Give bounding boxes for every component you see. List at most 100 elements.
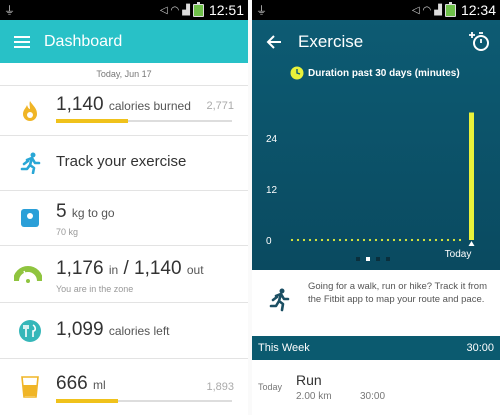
calories-in-value: 1,176	[56, 258, 104, 279]
baseline-dot	[344, 238, 348, 242]
baseline-dot	[350, 238, 354, 242]
baseline-dot	[290, 238, 294, 242]
wifi-icon: ◠	[422, 4, 432, 16]
battery-icon	[192, 1, 204, 17]
mute-icon: ◁	[159, 4, 168, 16]
baseline-dot	[422, 238, 426, 242]
track-tip: Going for a walk, run or hike? Track it …	[252, 270, 500, 332]
chart-bar	[469, 112, 474, 240]
pager-dot	[366, 257, 370, 261]
baseline-dot	[458, 238, 462, 242]
calories-in-unit: in	[108, 263, 119, 277]
mute-icon: ◁	[411, 4, 420, 16]
pager-dot	[386, 257, 390, 261]
baseline-dot	[338, 238, 342, 242]
signal-icon: ▟	[182, 4, 190, 16]
baseline-dot	[410, 238, 414, 242]
calories-burned-tile[interactable]: 1,140 calories burned 2,771	[0, 85, 248, 135]
calories-left-unit: calories left	[108, 324, 170, 338]
scale-icon	[18, 206, 42, 230]
signal-icon: ▟	[434, 4, 442, 16]
water-progress-fill	[56, 399, 118, 403]
water-goal: 1,893	[206, 381, 234, 393]
water-progress-bar	[56, 399, 232, 403]
dashboard-screen: ⏚ ◁ ◠ ▟ 12:51 Dashboard Today, Jun 17 1,…	[0, 0, 248, 415]
chart-title: Duration past 30 days (minutes)	[308, 68, 460, 79]
baseline-dot	[452, 238, 456, 242]
baseline-dot	[362, 238, 366, 242]
baseline-dot	[332, 238, 336, 242]
water-tile[interactable]: 666 ml 1,893	[0, 358, 248, 415]
zone-status: You are in the zone	[56, 284, 134, 294]
baseline-dot	[404, 238, 408, 242]
activity-name: Run	[296, 372, 322, 388]
wifi-icon: ◠	[170, 4, 180, 16]
baseline-dot	[416, 238, 420, 242]
baseline-dot	[308, 238, 312, 242]
status-bar: ⏚ ◁ ◠ ▟ 12:51	[0, 0, 248, 20]
date-label: Today, Jun 17	[96, 69, 152, 79]
calories-left-tile[interactable]: 1,099 calories left	[0, 302, 248, 358]
food-plan-icon	[18, 319, 42, 343]
calories-progress-fill	[56, 119, 129, 123]
weight-current: 70 kg	[56, 227, 79, 237]
add-exercise-timer-icon[interactable]	[466, 30, 490, 52]
baseline-dot	[392, 238, 396, 242]
app-bar: Dashboard	[0, 20, 248, 63]
calories-out-unit: out	[186, 263, 204, 277]
y-tick-label: 12	[266, 185, 278, 196]
calories-out-value: 1,140	[134, 258, 182, 279]
baseline-dot	[386, 238, 390, 242]
water-unit: ml	[92, 378, 106, 392]
activity-row[interactable]: Today Run 2.00 km 30:00	[252, 360, 500, 415]
calorie-meter-icon	[14, 262, 42, 286]
this-week-label: This Week	[258, 342, 310, 354]
weight-unit: kg to go	[71, 206, 115, 220]
pager-dot	[376, 257, 380, 261]
activity-day: Today	[258, 382, 283, 392]
this-week-header: This Week 30:00	[252, 336, 500, 360]
baseline-dot	[434, 238, 438, 242]
y-tick-label: 24	[266, 134, 278, 145]
exercise-screen: ⏚ ◁ ◠ ▟ 12:34 Exercise Duration past 30 …	[252, 0, 500, 415]
calories-progress-bar	[56, 119, 232, 123]
weight-value: 5	[56, 201, 67, 222]
y-tick-label: 0	[266, 236, 272, 247]
flame-icon	[18, 99, 42, 123]
back-arrow-icon[interactable]	[266, 34, 282, 50]
status-bar: ⏚ ◁ ◠ ▟ 12:34	[252, 0, 500, 20]
usb-icon: ⏚	[256, 5, 267, 17]
calories-burned-value: 1,140	[56, 94, 104, 115]
menu-icon[interactable]	[14, 35, 30, 48]
baseline-dot	[446, 238, 450, 242]
battery-icon	[444, 1, 456, 17]
calories-goal: 2,771	[206, 100, 234, 112]
app-bar: Exercise	[252, 20, 500, 63]
baseline-dot	[398, 238, 402, 242]
pager-dot	[356, 257, 360, 261]
baseline-dot	[428, 238, 432, 242]
weight-tile[interactable]: 5 kg to go 70 kg	[0, 190, 248, 245]
exercise-duration-chart: 24 12 0 Today	[266, 112, 475, 261]
track-exercise-tile[interactable]: Track your exercise	[0, 135, 248, 190]
runner-icon	[18, 151, 42, 175]
baseline-dot	[302, 238, 306, 242]
baseline-dot	[326, 238, 330, 242]
runner-icon	[269, 288, 290, 312]
calories-left-value: 1,099	[56, 319, 104, 340]
this-week-duration: 30:00	[466, 342, 494, 354]
baseline-dot	[368, 238, 372, 242]
track-tip-text: Going for a walk, run or hike? Track it …	[308, 281, 487, 305]
x-tick-label: Today	[445, 249, 472, 260]
in-out-separator: /	[123, 258, 129, 279]
status-time: 12:51	[208, 2, 244, 18]
baseline-dot	[296, 238, 300, 242]
track-exercise-label: Track your exercise	[56, 153, 187, 170]
activity-duration: 30:00	[360, 391, 386, 402]
page-title: Exercise	[298, 31, 364, 51]
baseline-dot	[380, 238, 384, 242]
water-value: 666	[56, 373, 88, 394]
baseline-dot	[356, 238, 360, 242]
baseline-dot	[314, 238, 318, 242]
calories-in-out-tile[interactable]: 1,176 in / 1,140 out You are in the zone	[0, 245, 248, 302]
